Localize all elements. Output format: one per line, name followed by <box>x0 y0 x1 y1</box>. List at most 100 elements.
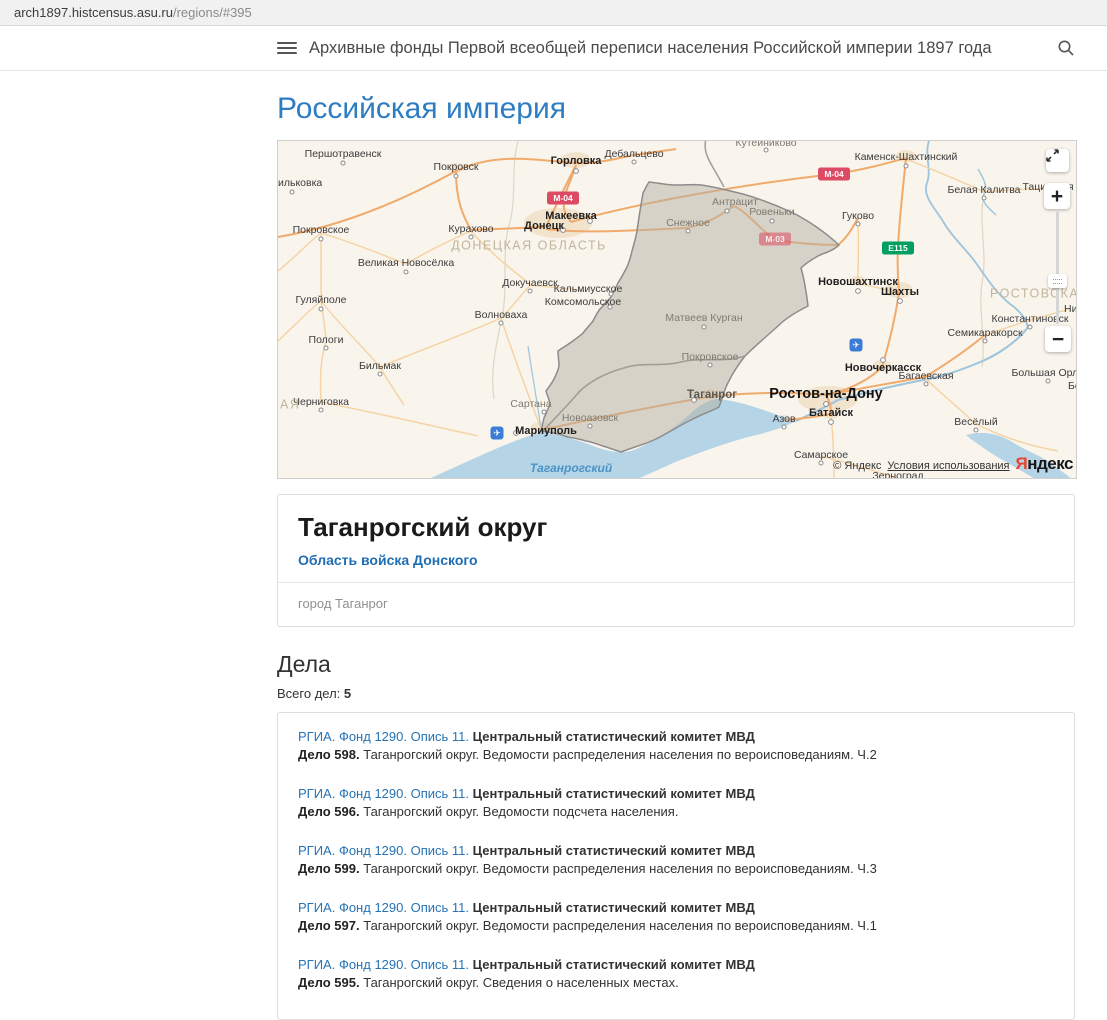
page-title: Российская империя <box>277 92 1075 126</box>
archive-fond-link[interactable]: РГИА. Фонд 1290. Опись 11. <box>298 900 469 915</box>
road-badge-label: М-04 <box>553 193 573 203</box>
map-town-dot <box>686 229 690 233</box>
browser-address-bar[interactable]: arch1897.histcensus.asu.ru/regions/#395 <box>0 0 1107 26</box>
case-number: Дело 597. <box>298 918 360 933</box>
map-label: Покровское <box>682 351 739 363</box>
map-label: Багаевская <box>898 370 953 382</box>
map-fullscreen-button[interactable] <box>1046 149 1069 172</box>
map-town-dot <box>725 209 729 213</box>
case-description: Таганрогский округ. Ведомости распределе… <box>360 747 877 762</box>
map-label: Весёлый <box>954 416 998 428</box>
case-item: РГИА. Фонд 1290. Опись 11. Центральный с… <box>298 728 1054 765</box>
case-number: Дело 596. <box>298 804 360 819</box>
archive-fond-link[interactable]: РГИА. Фонд 1290. Опись 11. <box>298 843 469 858</box>
map-label: ильковка <box>278 177 322 189</box>
yandex-map[interactable]: М-04М-04М-03Е115 ✈✈ ПершотравенскПокровс… <box>277 140 1077 479</box>
map-label: Ростов-на-Дону <box>769 386 882 402</box>
map-label: Волноваха <box>475 309 528 321</box>
map-town-dot <box>324 346 328 350</box>
case-description: Таганрогский округ. Ведомости распределе… <box>360 861 877 876</box>
map-label: Мариуполь <box>515 425 577 437</box>
map-label: Сартана <box>510 398 551 410</box>
case-number: Дело 599. <box>298 861 360 876</box>
case-number: Дело 598. <box>298 747 360 762</box>
map-label: Комсомольское <box>545 296 622 308</box>
parent-region-link[interactable]: Область войска Донского <box>298 552 478 568</box>
map-town-dot <box>829 420 834 425</box>
cases-total: Всего дел: 5 <box>277 686 1075 701</box>
region-note: город Таганрог <box>278 583 1074 626</box>
case-description: Таганрогский округ. Ведомости распределе… <box>360 918 877 933</box>
map-label: Горловка <box>551 155 603 167</box>
map-town-dot <box>974 428 978 432</box>
case-organization: Центральный статистический комитет МВД <box>469 957 755 972</box>
map-town-dot <box>1028 325 1032 329</box>
search-icon[interactable] <box>1057 39 1075 57</box>
cases-list: РГИА. Фонд 1290. Опись 11. Центральный с… <box>277 712 1075 1020</box>
case-description: Таганрогский округ. Сведения о населенны… <box>360 975 679 990</box>
map-label: АЯ <box>280 397 300 411</box>
map-label: Таганрогский <box>530 461 613 475</box>
archive-fond-link[interactable]: РГИА. Фонд 1290. Опись 11. <box>298 957 469 972</box>
case-item: РГИА. Фонд 1290. Опись 11. Центральный с… <box>298 899 1054 936</box>
map-attribution: © Яндекс Условия использования Яндекс <box>833 454 1073 474</box>
map-copyright: © Яндекс <box>833 460 881 472</box>
hamburger-menu-icon[interactable] <box>277 42 297 54</box>
site-header: Архивные фонды Первой всеобщей переписи … <box>0 26 1107 71</box>
case-description: Таганрогский округ. Ведомости подсчета н… <box>360 804 679 819</box>
map-town-dot <box>632 160 636 164</box>
map-label: Курахово <box>448 223 493 235</box>
map-label: ДОНЕЦКАЯ ОБЛАСТЬ <box>451 238 607 252</box>
map-zoom-slider-track[interactable] <box>1056 211 1059 324</box>
road-badge-label: М-03 <box>765 234 785 244</box>
map-label: Докучаевск <box>502 277 558 289</box>
archive-fond-link[interactable]: РГИА. Фонд 1290. Опись 11. <box>298 729 469 744</box>
map-town-dot <box>983 339 987 343</box>
case-item: РГИА. Фонд 1290. Опись 11. Центральный с… <box>298 785 1054 822</box>
map-zoom-out-button[interactable]: − <box>1045 326 1071 352</box>
map-town-dot <box>708 363 712 367</box>
map-canvas: М-04М-04М-03Е115 ✈✈ ПершотравенскПокровс… <box>278 141 1076 478</box>
map-town-dot <box>702 325 706 329</box>
map-label: Снежное <box>666 217 710 229</box>
map-label: Бо <box>1068 380 1076 392</box>
map-town-dot <box>319 307 323 311</box>
archive-fond-link[interactable]: РГИА. Фонд 1290. Опись 11. <box>298 786 469 801</box>
map-label: РОСТОВСКАЯ ОБЛАСТЬ <box>990 286 1076 300</box>
map-town-dot <box>856 289 861 294</box>
map-label: Шахты <box>881 286 919 298</box>
map-town-dot <box>378 372 382 376</box>
map-town-dot <box>574 169 579 174</box>
airport-icon-glyph: ✈ <box>493 428 501 438</box>
case-organization: Центральный статистический комитет МВД <box>469 900 755 915</box>
map-town-dot <box>856 222 860 226</box>
case-item: РГИА. Фонд 1290. Опись 11. Центральный с… <box>298 842 1054 879</box>
map-town-dot <box>1046 379 1050 383</box>
map-town-dot <box>290 190 294 194</box>
map-town-dot <box>898 299 903 304</box>
map-town-dot <box>782 425 786 429</box>
road-badge-label: М-04 <box>824 169 844 179</box>
site-title: Архивные фонды Первой всеобщей переписи … <box>309 39 1057 58</box>
cases-heading: Дела <box>277 651 1075 678</box>
map-label: Покровск <box>434 161 479 173</box>
yandex-logo[interactable]: Яндекс <box>1016 454 1073 474</box>
map-town-dot <box>528 289 532 293</box>
map-zoom-slider-handle[interactable] <box>1048 274 1067 288</box>
map-label: Белая Калитва <box>947 184 1020 196</box>
map-town-dot <box>319 237 323 241</box>
map-town-dot <box>319 408 323 412</box>
case-number: Дело 595. <box>298 975 360 990</box>
map-terms-link[interactable]: Условия использования <box>887 460 1009 472</box>
map-town-dot <box>982 196 986 200</box>
map-label: Пологи <box>309 334 344 346</box>
map-label: Першотравенск <box>305 148 382 160</box>
map-zoom-in-button[interactable]: + <box>1044 183 1070 209</box>
cases-total-value: 5 <box>344 686 351 701</box>
map-label: Кутейниково <box>735 141 796 149</box>
map-town-dot <box>499 321 503 325</box>
map-label: Новоазовск <box>562 412 619 424</box>
road-badge-label: Е115 <box>888 243 908 253</box>
case-organization: Центральный статистический комитет МВД <box>469 729 755 744</box>
url-domain: arch1897.histcensus.asu.ru <box>14 5 173 20</box>
